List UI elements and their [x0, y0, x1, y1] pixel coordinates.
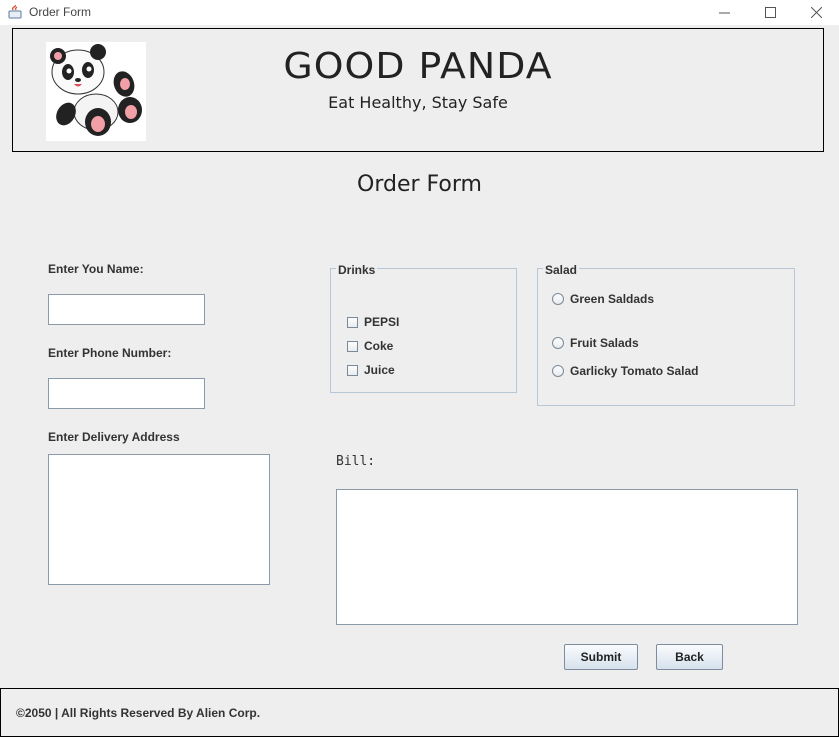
- name-label: Enter You Name:: [48, 262, 144, 276]
- maximize-icon: [764, 7, 776, 18]
- back-button[interactable]: Back: [656, 644, 723, 670]
- salad-legend: Salad: [543, 263, 580, 277]
- brand-tagline: Eat Healthy, Stay Safe: [328, 93, 508, 112]
- brand-title: GOOD PANDA: [283, 46, 553, 87]
- minimize-button[interactable]: [701, 0, 747, 25]
- footer-panel: ©2050 | All Rights Reserved By Alien Cor…: [0, 688, 839, 737]
- pepsi-checkbox[interactable]: [347, 316, 358, 328]
- pepsi-label: PEPSI: [364, 315, 400, 329]
- salad-option-garlicky-tomato[interactable]: Garlicky Tomato Salad: [552, 364, 699, 378]
- drink-option-coke[interactable]: Coke: [347, 339, 393, 353]
- drinks-legend: Drinks: [336, 263, 378, 277]
- drink-option-pepsi[interactable]: PEPSI: [347, 315, 399, 329]
- green-salad-radio[interactable]: [552, 293, 564, 305]
- juice-checkbox[interactable]: [347, 364, 358, 376]
- garlicky-tomato-salad-radio[interactable]: [552, 365, 564, 377]
- address-label: Enter Delivery Address: [48, 430, 180, 444]
- juice-label: Juice: [364, 363, 395, 377]
- phone-input[interactable]: [48, 378, 205, 409]
- coke-label: Coke: [364, 339, 394, 353]
- fruit-salad-radio[interactable]: [552, 337, 564, 349]
- close-button[interactable]: [793, 0, 839, 25]
- drinks-group: Drinks PEPSI Coke Juice: [330, 263, 517, 393]
- page-title: Order Form: [357, 172, 482, 197]
- phone-label: Enter Phone Number:: [48, 346, 172, 360]
- java-app-icon: [8, 5, 22, 19]
- drink-option-juice[interactable]: Juice: [347, 363, 395, 377]
- maximize-button[interactable]: [747, 0, 793, 25]
- salad-group: Salad Green Saldads Fruit Salads Garlick…: [537, 263, 795, 406]
- bill-label: Bill:: [336, 454, 376, 469]
- fruit-salad-label: Fruit Salads: [570, 336, 639, 350]
- garlicky-tomato-salad-label: Garlicky Tomato Salad: [570, 364, 699, 378]
- minimize-icon: [718, 12, 730, 14]
- copyright-text: ©2050 | All Rights Reserved By Alien Cor…: [16, 706, 261, 720]
- submit-button[interactable]: Submit: [564, 644, 638, 670]
- window-titlebar: Order Form: [0, 0, 839, 25]
- coke-checkbox[interactable]: [347, 340, 358, 352]
- salad-option-fruit[interactable]: Fruit Salads: [552, 336, 639, 350]
- close-icon: [810, 7, 822, 18]
- name-input[interactable]: [48, 294, 205, 325]
- salad-option-green[interactable]: Green Saldads: [552, 292, 654, 306]
- green-salad-label: Green Saldads: [570, 292, 655, 306]
- bill-textarea[interactable]: [336, 489, 798, 625]
- header-panel: GOOD PANDA Eat Healthy, Stay Safe: [12, 28, 824, 152]
- address-textarea[interactable]: [48, 454, 270, 585]
- window-title: Order Form: [29, 5, 92, 19]
